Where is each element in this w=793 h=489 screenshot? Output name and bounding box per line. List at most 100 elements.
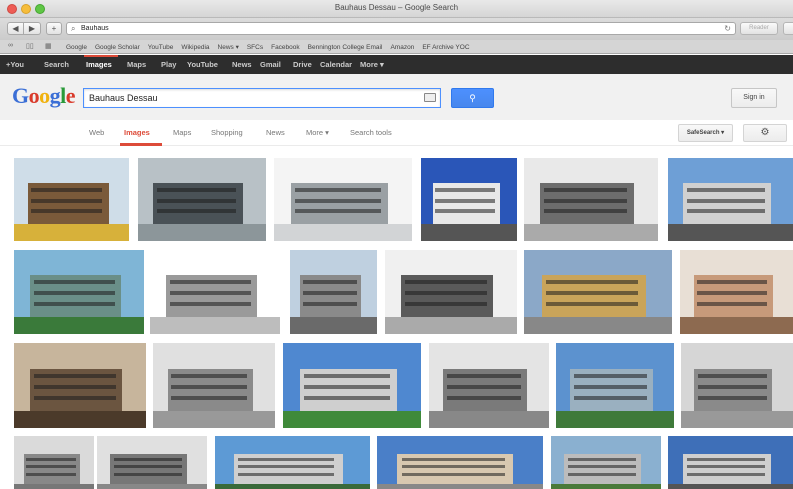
bookmark-item[interactable]: News ▾ (218, 43, 239, 51)
image-result-thumbnail[interactable] (377, 436, 543, 489)
window-band (435, 188, 495, 192)
bookmark-item[interactable]: Google (66, 44, 87, 51)
image-result-thumbnail[interactable] (14, 343, 146, 428)
bookmark-item[interactable]: Google Scholar (95, 44, 140, 51)
window-band (31, 209, 102, 213)
image-result-thumbnail[interactable] (429, 343, 549, 428)
reading-list-icon[interactable]: ∞ (8, 42, 13, 49)
search-input[interactable] (89, 91, 409, 105)
image-result-thumbnail[interactable] (385, 250, 517, 334)
search-tab[interactable]: Search tools (350, 128, 392, 137)
window-band (34, 280, 115, 284)
window-band (568, 465, 636, 468)
window-band (303, 280, 357, 284)
search-tab[interactable]: Web (89, 128, 104, 137)
image-result-thumbnail[interactable] (524, 250, 672, 334)
image-result-thumbnail[interactable] (14, 158, 129, 241)
image-result-thumbnail[interactable] (283, 343, 421, 428)
image-result-thumbnail[interactable] (274, 158, 412, 241)
bookmark-item[interactable]: Facebook (271, 44, 300, 51)
address-bar[interactable]: ⌕ ↻ (66, 22, 736, 35)
window-band (157, 199, 236, 203)
search-button[interactable]: ⚲ (451, 88, 494, 108)
share-button[interactable] (783, 22, 793, 35)
image-result-thumbnail[interactable] (14, 250, 144, 334)
image-result-thumbnail[interactable] (524, 158, 658, 241)
gbar-item[interactable]: More ▾ (360, 60, 384, 69)
search-tab[interactable]: Shopping (211, 128, 243, 137)
image-result-thumbnail[interactable] (556, 343, 674, 428)
window-band (574, 374, 647, 378)
window-band (402, 458, 505, 461)
search-tab[interactable]: News (266, 128, 285, 137)
gbar-item[interactable]: +You (6, 60, 24, 69)
gbar-item[interactable]: Calendar (320, 60, 352, 69)
image-result-thumbnail[interactable] (150, 250, 280, 334)
window-band (157, 209, 236, 213)
gbar-item[interactable]: Maps (127, 60, 146, 69)
image-result-thumbnail[interactable] (153, 343, 275, 428)
search-tabs: Web Images Maps Shopping News More ▾ Search to… (0, 120, 793, 146)
window-band (447, 385, 521, 389)
window-band (697, 280, 767, 284)
image-result-thumbnail[interactable] (551, 436, 661, 489)
window-band (114, 473, 182, 476)
bookmark-item[interactable]: YouTube (148, 44, 174, 51)
ground-shape (97, 484, 207, 489)
ground-shape (153, 411, 275, 428)
window-band (405, 302, 487, 306)
new-tab-button[interactable]: + (46, 22, 62, 35)
gbar-item[interactable]: YouTube (187, 60, 218, 69)
forward-button[interactable]: ▶ (24, 22, 41, 35)
ground-shape (524, 317, 672, 334)
back-button[interactable]: ◀ (7, 22, 24, 35)
bookmark-item[interactable]: SFCs (247, 44, 263, 51)
image-result-thumbnail[interactable] (681, 343, 793, 428)
image-result-thumbnail[interactable] (215, 436, 370, 489)
image-result-thumbnail[interactable] (97, 436, 207, 489)
gbar-item[interactable]: Images (86, 60, 112, 69)
bookmark-item[interactable]: Bennington College Email (308, 44, 383, 51)
gbar-item[interactable]: Search (44, 60, 69, 69)
reload-icon[interactable]: ↻ (724, 23, 731, 35)
window-band (546, 280, 638, 284)
search-tab[interactable]: Images (124, 128, 150, 137)
image-result-thumbnail[interactable] (680, 250, 793, 334)
window-band (303, 302, 357, 306)
google-logo[interactable]: Google (12, 83, 76, 109)
gbar-item[interactable]: Play (161, 60, 176, 69)
keyboard-icon[interactable] (424, 93, 436, 102)
settings-button[interactable]: ⚙ (743, 124, 787, 142)
ground-shape (138, 224, 266, 241)
top-sites-icon[interactable]: ▦ (45, 42, 52, 50)
bookmarks-icon[interactable]: ▯▯ (26, 42, 34, 50)
bookmark-item[interactable]: Amazon (390, 44, 414, 51)
image-result-thumbnail[interactable] (668, 158, 793, 241)
sign-in-button[interactable]: Sign in (731, 88, 777, 108)
window-band (687, 473, 765, 476)
window-band (698, 385, 767, 389)
bookmark-item[interactable]: EF Archive YOC (422, 44, 469, 51)
address-input[interactable] (81, 23, 701, 34)
window-band (402, 465, 505, 468)
image-result-thumbnail[interactable] (14, 436, 94, 489)
search-tab[interactable]: More ▾ (306, 128, 329, 137)
window-band (304, 396, 390, 400)
search-box[interactable] (83, 88, 441, 108)
safesearch-button[interactable]: SafeSearch ▾ (678, 124, 733, 142)
reader-button[interactable]: Reader (740, 22, 778, 35)
image-result-thumbnail[interactable] (290, 250, 377, 334)
bookmark-item[interactable]: Wikipedia (181, 44, 209, 51)
gbar-item[interactable]: Drive (293, 60, 312, 69)
window-band (687, 465, 765, 468)
gbar-item[interactable]: Gmail (260, 60, 281, 69)
image-result-thumbnail[interactable] (421, 158, 517, 241)
gbar-item[interactable]: News (232, 60, 252, 69)
image-result-thumbnail[interactable] (138, 158, 266, 241)
image-result-thumbnail[interactable] (668, 436, 793, 489)
ground-shape (429, 411, 549, 428)
window-band (687, 188, 765, 192)
ground-shape (524, 224, 658, 241)
window-band (574, 385, 647, 389)
search-tab[interactable]: Maps (173, 128, 191, 137)
